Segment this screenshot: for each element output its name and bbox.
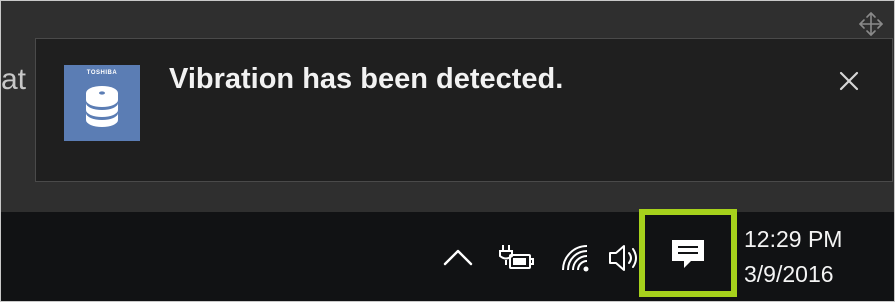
hard-disk-icon [86, 86, 118, 127]
clock-time: 12:29 PM [744, 226, 843, 252]
taskbar-clock[interactable]: 12:29 PM 3/9/2016 [744, 222, 884, 292]
action-center-button[interactable] [639, 209, 737, 297]
taskbar: 12:29 PM 3/9/2016 [1, 209, 894, 301]
close-icon[interactable] [835, 67, 863, 95]
app-brand-logo: TOSHIBA [86, 70, 118, 76]
battery-charging-icon[interactable] [495, 243, 535, 273]
wifi-icon[interactable] [559, 242, 595, 274]
chevron-up-icon[interactable] [441, 246, 475, 268]
action-center-icon [672, 240, 704, 268]
background-window-text: at [1, 63, 27, 96]
desktop-screen: at TOSHIBA Vibration has been detected. … [0, 0, 895, 302]
move-arrows-icon[interactable] [858, 11, 884, 37]
app-icon: TOSHIBA [64, 65, 140, 141]
notification-title: Vibration has been detected. [169, 63, 564, 95]
volume-icon[interactable] [607, 242, 641, 274]
clock-date: 3/9/2016 [744, 261, 834, 287]
toast-notification[interactable]: TOSHIBA Vibration has been detected. [35, 38, 893, 182]
